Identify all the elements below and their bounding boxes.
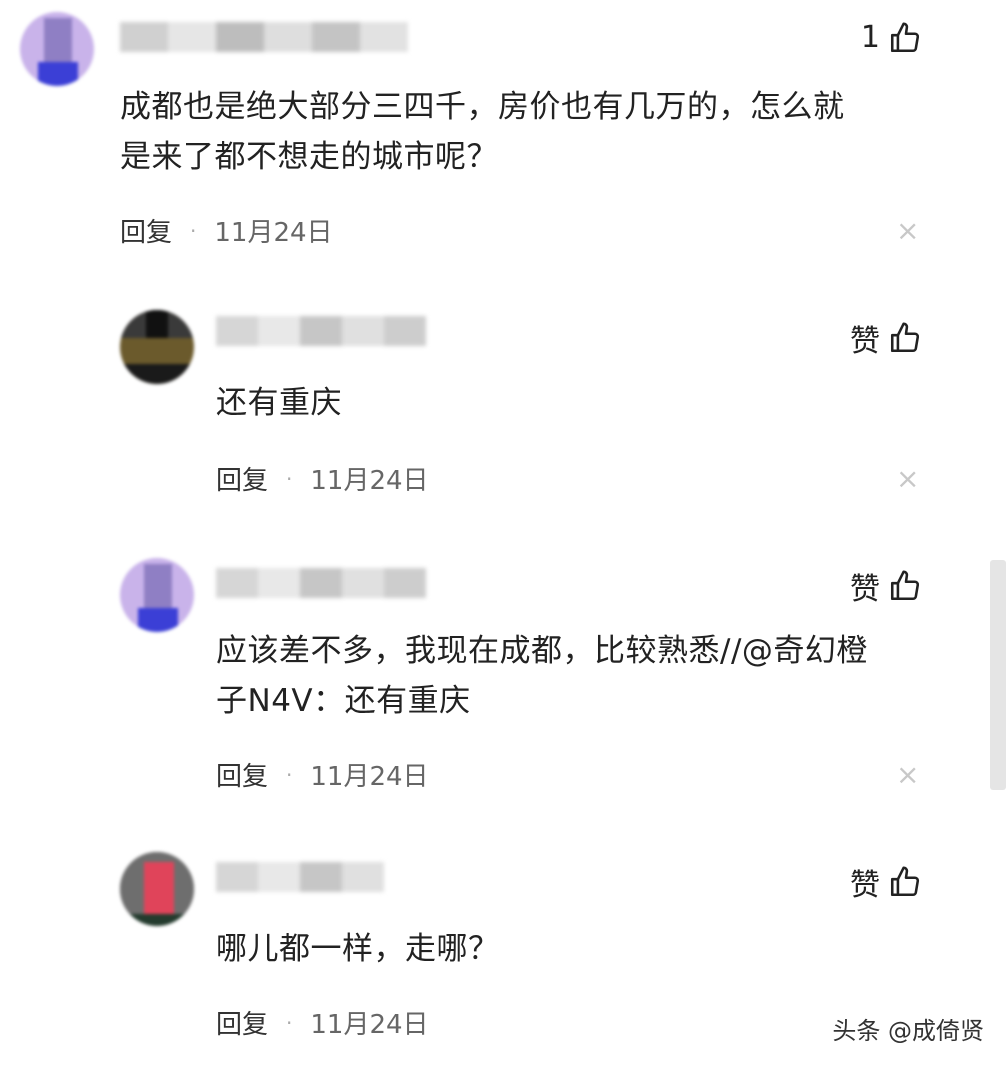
thumbs-up-icon [888,321,922,355]
reply-button[interactable]: 回复 [216,756,268,793]
username-blurred[interactable] [216,862,384,892]
like-button[interactable]: 赞 [850,564,922,608]
avatar[interactable] [120,310,194,384]
like-label: 赞 [850,324,880,359]
reply-button[interactable]: 回复 [120,212,172,249]
thumbs-up-icon [888,21,922,55]
comment-date: 11月24日 [310,1010,429,1040]
comment-text-line: 还有重庆 [216,385,342,421]
comment-meta: 回复 · 11月24日 [216,1004,429,1041]
avatar[interactable] [20,12,94,86]
reply-button[interactable]: 回复 [216,460,268,497]
avatar[interactable] [120,852,194,926]
like-label: 赞 [850,572,880,607]
comment-text-line: 子N4V：还有重庆 [216,683,471,719]
username-blurred[interactable] [216,316,426,346]
like-button[interactable]: 1 [861,20,922,55]
comment-text-line: 哪儿都一样，走哪？ [216,931,500,967]
separator-dot: · [286,1010,293,1035]
like-count: 1 [860,20,880,55]
comment-meta: 回复 · 11月24日 [120,212,333,249]
close-icon[interactable]: × [896,214,919,247]
like-button[interactable]: 赞 [850,860,922,904]
comment-text: 还有重庆 [216,378,342,428]
comment-text: 成都也是绝大部分三四千，房价也有几万的，怎么就 是来了都不想走的城市呢？ [120,82,845,182]
watermark-text: 头条 @成倚贤 [832,1017,984,1045]
comment-text: 哪儿都一样，走哪？ [216,924,500,974]
comment-text: 应该差不多，我现在成都，比较熟悉//@奇幻橙 子N4V：还有重庆 [216,626,868,726]
separator-dot: · [286,466,293,491]
close-icon[interactable]: × [896,758,919,791]
username-blurred[interactable] [216,568,426,598]
separator-dot: · [286,762,293,787]
reply-button[interactable]: 回复 [216,1004,268,1041]
comment-date: 11月24日 [310,762,429,792]
like-label: 赞 [850,868,880,903]
separator-dot: · [190,218,197,243]
username-blurred[interactable] [120,22,408,52]
scrollbar[interactable] [990,560,1006,790]
thumbs-up-icon [888,569,922,603]
avatar[interactable] [120,558,194,632]
comment-meta: 回复 · 11月24日 [216,460,429,497]
comment-date: 11月24日 [310,466,429,496]
thumbs-up-icon [888,865,922,899]
close-icon[interactable]: × [896,462,919,495]
comment-date: 11月24日 [214,218,333,248]
like-button[interactable]: 赞 [850,316,922,360]
comment-text-line: 是来了都不想走的城市呢？ [120,139,498,175]
comment-meta: 回复 · 11月24日 [216,756,429,793]
comment-text-line: 应该差不多，我现在成都，比较熟悉//@奇幻橙 [216,633,868,669]
comment-text-line: 成都也是绝大部分三四千，房价也有几万的，怎么就 [120,89,845,125]
